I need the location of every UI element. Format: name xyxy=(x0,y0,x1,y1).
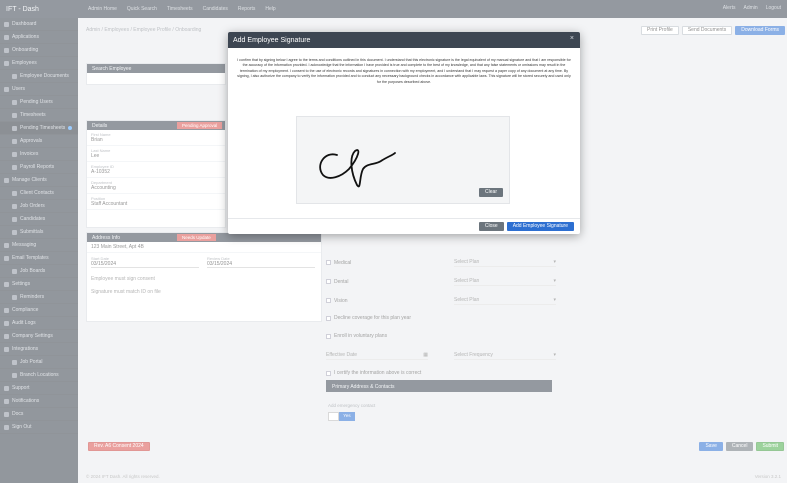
clear-signature-button[interactable]: Clear xyxy=(479,188,503,197)
modal-header: Add Employee Signature × xyxy=(228,32,580,48)
close-icon[interactable]: × xyxy=(570,35,574,42)
consent-text: I confirm that by signing below I agree … xyxy=(237,58,571,84)
signature-pad[interactable]: Clear xyxy=(296,116,510,204)
add-signature-button[interactable]: Add Employee Signature xyxy=(506,222,574,231)
signature-modal: Add Employee Signature × I confirm that … xyxy=(228,32,580,234)
modal-title: Add Employee Signature xyxy=(233,36,311,44)
close-modal-button[interactable]: Close xyxy=(478,222,504,231)
modal-footer: Close Add Employee Signature xyxy=(228,218,580,234)
